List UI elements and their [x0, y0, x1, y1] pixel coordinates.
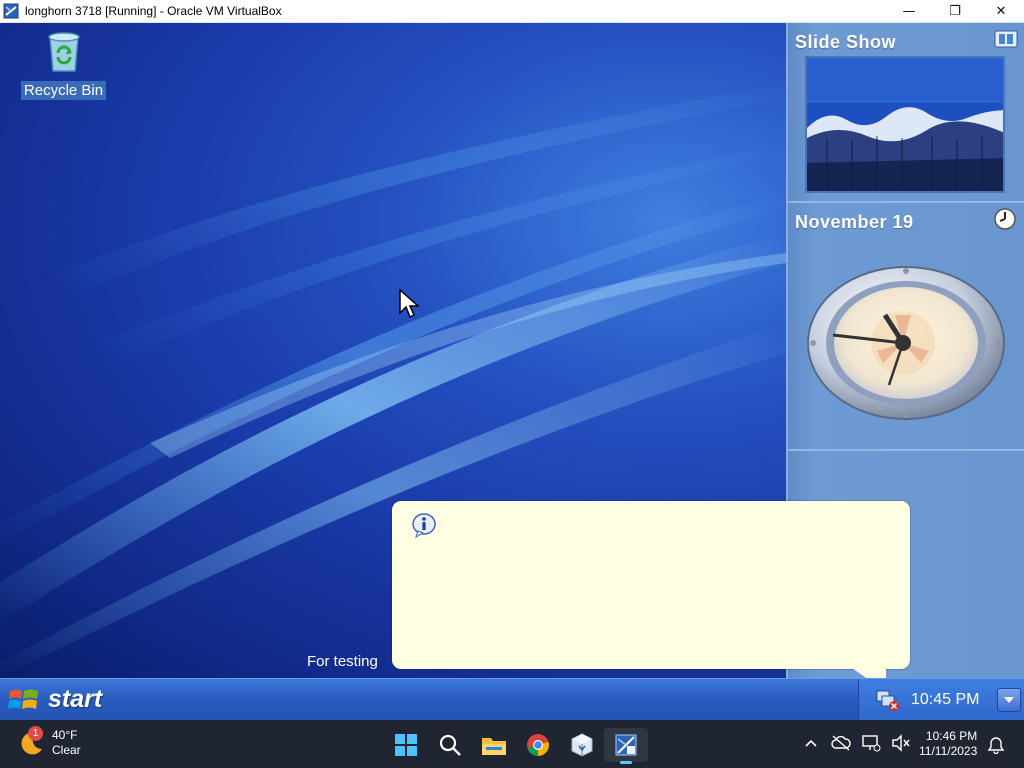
clock-settings-icon[interactable]: [993, 207, 1017, 231]
guest-taskbar: start 10:45 PM: [0, 678, 1024, 720]
frosted-trees-image: [807, 58, 1003, 191]
tray-sync-button[interactable]: [826, 734, 856, 752]
virtualbox-icon: [3, 3, 19, 19]
chevron-down-icon: [1004, 697, 1014, 703]
longhorn-vm-icon: [615, 734, 637, 756]
notification-balloon[interactable]: [392, 501, 910, 669]
system-tray: [796, 734, 916, 752]
tray-network-button[interactable]: [856, 734, 886, 752]
search-icon: [439, 734, 461, 756]
mouse-pointer-icon: [399, 289, 419, 319]
virtualbox-cube-icon: [571, 733, 593, 757]
show-hidden-icons-button[interactable]: [796, 738, 826, 748]
restore-button[interactable]: ❐: [932, 0, 978, 23]
host-clock[interactable]: 10:46 PM 11/11/2023: [919, 729, 977, 759]
info-icon: [412, 513, 436, 539]
analog-clock: [803, 263, 1009, 423]
host-taskbar: 1 40°F Clear 10:46 PM 11/11/2023: [0, 720, 1024, 768]
watermark-text: For testing: [307, 653, 378, 670]
recycle-bin-shortcut[interactable]: Recycle Bin: [17, 27, 110, 100]
taskbar-search-button[interactable]: [428, 728, 472, 762]
recycle-bin-label: Recycle Bin: [20, 81, 107, 100]
taskbar-longhorn-vm[interactable]: [604, 728, 648, 764]
window-title: longhorn 3718 [Running] - Oracle VM Virt…: [25, 4, 282, 18]
clock-face: [807, 266, 1005, 420]
file-explorer-icon: [482, 738, 506, 755]
taskbar-virtualbox[interactable]: [560, 728, 604, 762]
notification-bell-icon[interactable]: [987, 736, 1005, 754]
guest-clock[interactable]: 10:45 PM: [911, 691, 979, 709]
host-titlebar: longhorn 3718 [Running] - Oracle VM Virt…: [0, 0, 1024, 23]
tray-volume-button[interactable]: [886, 734, 916, 752]
slideshow-gallery-icon[interactable]: [991, 27, 1021, 51]
network-disconnected-icon[interactable]: [873, 688, 901, 712]
start-button[interactable]: start: [8, 685, 102, 714]
host-clock-date: 11/11/2023: [919, 744, 978, 758]
weather-condition: Clear: [52, 743, 81, 757]
weather-badge: 1: [28, 726, 43, 741]
taskbar-chrome[interactable]: [516, 728, 560, 762]
windows-start-icon: [395, 734, 417, 756]
start-label: start: [48, 685, 103, 713]
speaker-muted-icon: [892, 734, 910, 752]
minimize-button[interactable]: —: [886, 0, 932, 23]
notification-area: 10:45 PM: [858, 679, 1024, 720]
vm-screen[interactable]: Recycle Bin For testing Slide Show Novem…: [0, 23, 1024, 720]
close-button[interactable]: ✕: [978, 0, 1024, 23]
recycle-bin-icon: [47, 32, 80, 72]
weather-widget[interactable]: 1 40°F Clear: [18, 726, 81, 758]
slideshow-title: Slide Show: [795, 32, 897, 52]
taskbar-start-button[interactable]: [384, 728, 428, 762]
host-clock-time: 10:46 PM: [925, 729, 978, 743]
sidebar-toggle-button[interactable]: [997, 688, 1021, 712]
network-icon: [862, 735, 881, 752]
windows-flag-icon: [8, 689, 38, 709]
chrome-icon: [527, 734, 549, 756]
slideshow-photo[interactable]: [805, 56, 1005, 193]
chevron-up-icon: [805, 739, 817, 747]
taskbar-file-explorer[interactable]: [472, 728, 516, 762]
cloud-off-icon: [831, 735, 851, 751]
clock-date-title: November 19: [795, 212, 914, 232]
weather-temp: 40°F: [52, 728, 78, 742]
